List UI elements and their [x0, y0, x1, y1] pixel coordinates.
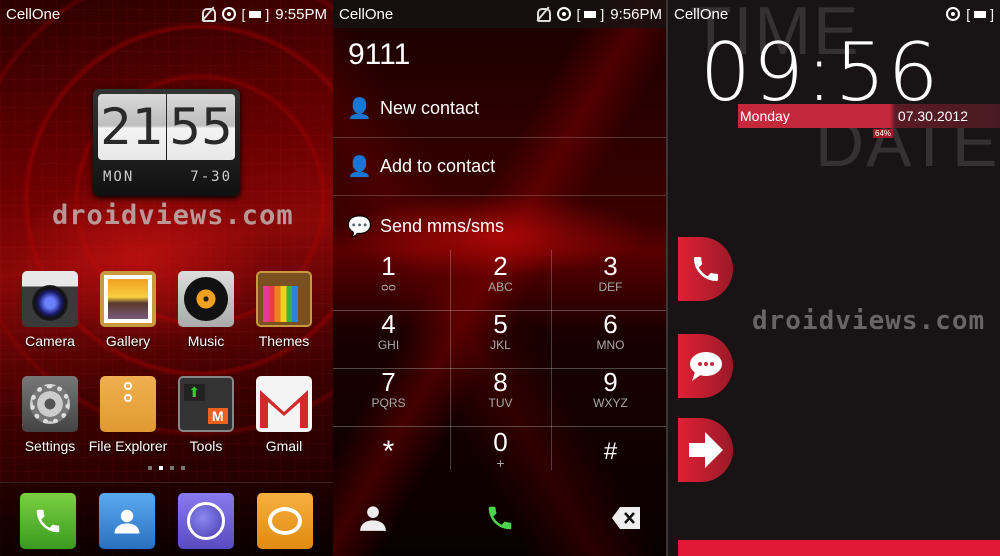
battery-icon: []	[966, 6, 994, 22]
key-5[interactable]: 5 JKL	[445, 308, 556, 366]
message-icon: 💬	[347, 215, 372, 238]
contacts-button[interactable]	[353, 500, 393, 536]
phone-icon	[488, 506, 512, 530]
status-time: 9:55PM	[275, 5, 327, 23]
silent-mode-icon	[200, 7, 216, 22]
app-label: Camera	[25, 333, 75, 349]
key-6[interactable]: 6 MNO	[555, 308, 666, 366]
lock-date: 07.30.2012	[897, 108, 968, 124]
clock-hour: 21	[98, 94, 166, 160]
app-tools-folder[interactable]: ⬆ M Tools	[166, 376, 246, 454]
status-bar: CellOne [] 9:56PM	[333, 0, 668, 28]
app-music[interactable]: Music	[166, 271, 246, 349]
key-2[interactable]: 2 ABC	[445, 250, 556, 308]
app-label: Themes	[258, 333, 310, 349]
page-dot[interactable]	[170, 466, 174, 470]
key-star[interactable]: *	[333, 430, 444, 488]
key-3[interactable]: 3 DEF	[555, 250, 666, 308]
key-0[interactable]: 0 +	[445, 426, 556, 484]
watermark: droidviews.com	[52, 200, 294, 231]
phone-icon[interactable]	[20, 493, 76, 549]
add-contact-icon: 👤	[347, 156, 372, 178]
page-dot[interactable]	[181, 466, 185, 470]
contacts-icon[interactable]	[99, 493, 155, 549]
backspace-icon	[612, 507, 640, 529]
clock-date: 7-30	[190, 169, 232, 185]
app-themes[interactable]: Themes	[244, 271, 324, 349]
dock	[0, 482, 333, 556]
silent-mode-icon	[535, 7, 551, 22]
new-contact-button[interactable]: 👤 New contact	[333, 80, 668, 138]
date-bar: Monday 07.30.2012	[738, 104, 1000, 128]
app-gallery[interactable]: Gallery	[88, 271, 168, 349]
dialer-screen: CellOne [] 9:56PM 9111 👤 New contact 👤 A…	[333, 0, 668, 556]
battery-icon: []	[576, 6, 605, 22]
lock-day: Monday	[740, 108, 790, 124]
add-to-contact-button[interactable]: 👤 Add to contact	[333, 138, 668, 196]
carrier-name: CellOne	[6, 5, 61, 23]
app-label: Settings	[24, 438, 76, 454]
gmail-icon	[256, 376, 312, 432]
carrier-name: CellOne	[339, 5, 394, 23]
clock-minute: 55	[167, 94, 235, 160]
status-time: 9:56PM	[610, 5, 662, 23]
key-1[interactable]: 1 ᴑᴑ	[333, 250, 444, 308]
add-contact-icon: 👤	[347, 98, 372, 120]
watermark: droidviews.com	[752, 306, 986, 336]
settings-icon	[22, 376, 78, 432]
app-file-explorer[interactable]: File Explorer	[88, 376, 168, 454]
themes-icon	[256, 271, 312, 327]
contact-icon	[360, 506, 386, 531]
page-dot-current[interactable]	[159, 466, 163, 470]
app-camera[interactable]: Camera	[10, 271, 90, 349]
key-9[interactable]: 9 WXYZ	[555, 366, 666, 424]
backspace-button[interactable]	[606, 500, 646, 536]
gps-icon	[221, 7, 236, 21]
app-label: Music	[187, 333, 225, 349]
gallery-icon	[100, 271, 156, 327]
status-bar: CellOne []	[668, 0, 1000, 28]
clock-day: MON	[103, 169, 135, 185]
key-4[interactable]: 4 GHI	[333, 308, 444, 366]
page-indicator	[148, 466, 185, 470]
message-icon	[689, 352, 722, 381]
app-settings[interactable]: Settings	[10, 376, 90, 454]
page-dot[interactable]	[148, 466, 152, 470]
app-label: Gmail	[265, 438, 303, 454]
gps-icon	[556, 7, 571, 21]
gps-icon	[946, 7, 961, 21]
music-icon	[178, 271, 234, 327]
action-label: Send mms/sms	[380, 215, 505, 236]
voicemail-icon: ᴑᴑ	[381, 280, 396, 294]
key-8[interactable]: 8 TUV	[445, 366, 556, 424]
status-bar: CellOne [] 9:55PM	[0, 0, 333, 28]
key-hash[interactable]: #	[555, 430, 666, 488]
send-message-button[interactable]: 💬 Send mms/sms	[333, 197, 668, 255]
flip-clock-widget[interactable]: 21 55 MON 7-30	[93, 89, 240, 196]
action-label: New contact	[380, 98, 480, 118]
battery-icon: []	[241, 6, 270, 22]
app-gmail[interactable]: Gmail	[244, 376, 324, 454]
app-label: File Explorer	[88, 438, 168, 454]
bottom-accent-bar	[678, 540, 1000, 556]
camera-icon	[22, 271, 78, 327]
app-label: Tools	[189, 438, 223, 454]
action-label: Add to contact	[380, 156, 496, 176]
carrier-name: CellOne	[674, 5, 729, 23]
file-explorer-icon	[100, 376, 156, 432]
tools-folder-icon: ⬆ M	[178, 376, 234, 432]
phone-icon	[693, 257, 718, 281]
arrow-right-icon	[688, 432, 723, 468]
battery-percent: 64%	[873, 129, 894, 138]
app-label: Gallery	[105, 333, 151, 349]
messaging-icon[interactable]	[257, 493, 313, 549]
browser-icon[interactable]	[178, 493, 234, 549]
dialed-number[interactable]: 9111	[348, 38, 410, 72]
call-button[interactable]	[480, 500, 520, 536]
key-7[interactable]: 7 PQRS	[333, 366, 444, 424]
home-screen: CellOne [] 9:55PM 21 55 MON 7-30 droidvi…	[0, 0, 333, 556]
